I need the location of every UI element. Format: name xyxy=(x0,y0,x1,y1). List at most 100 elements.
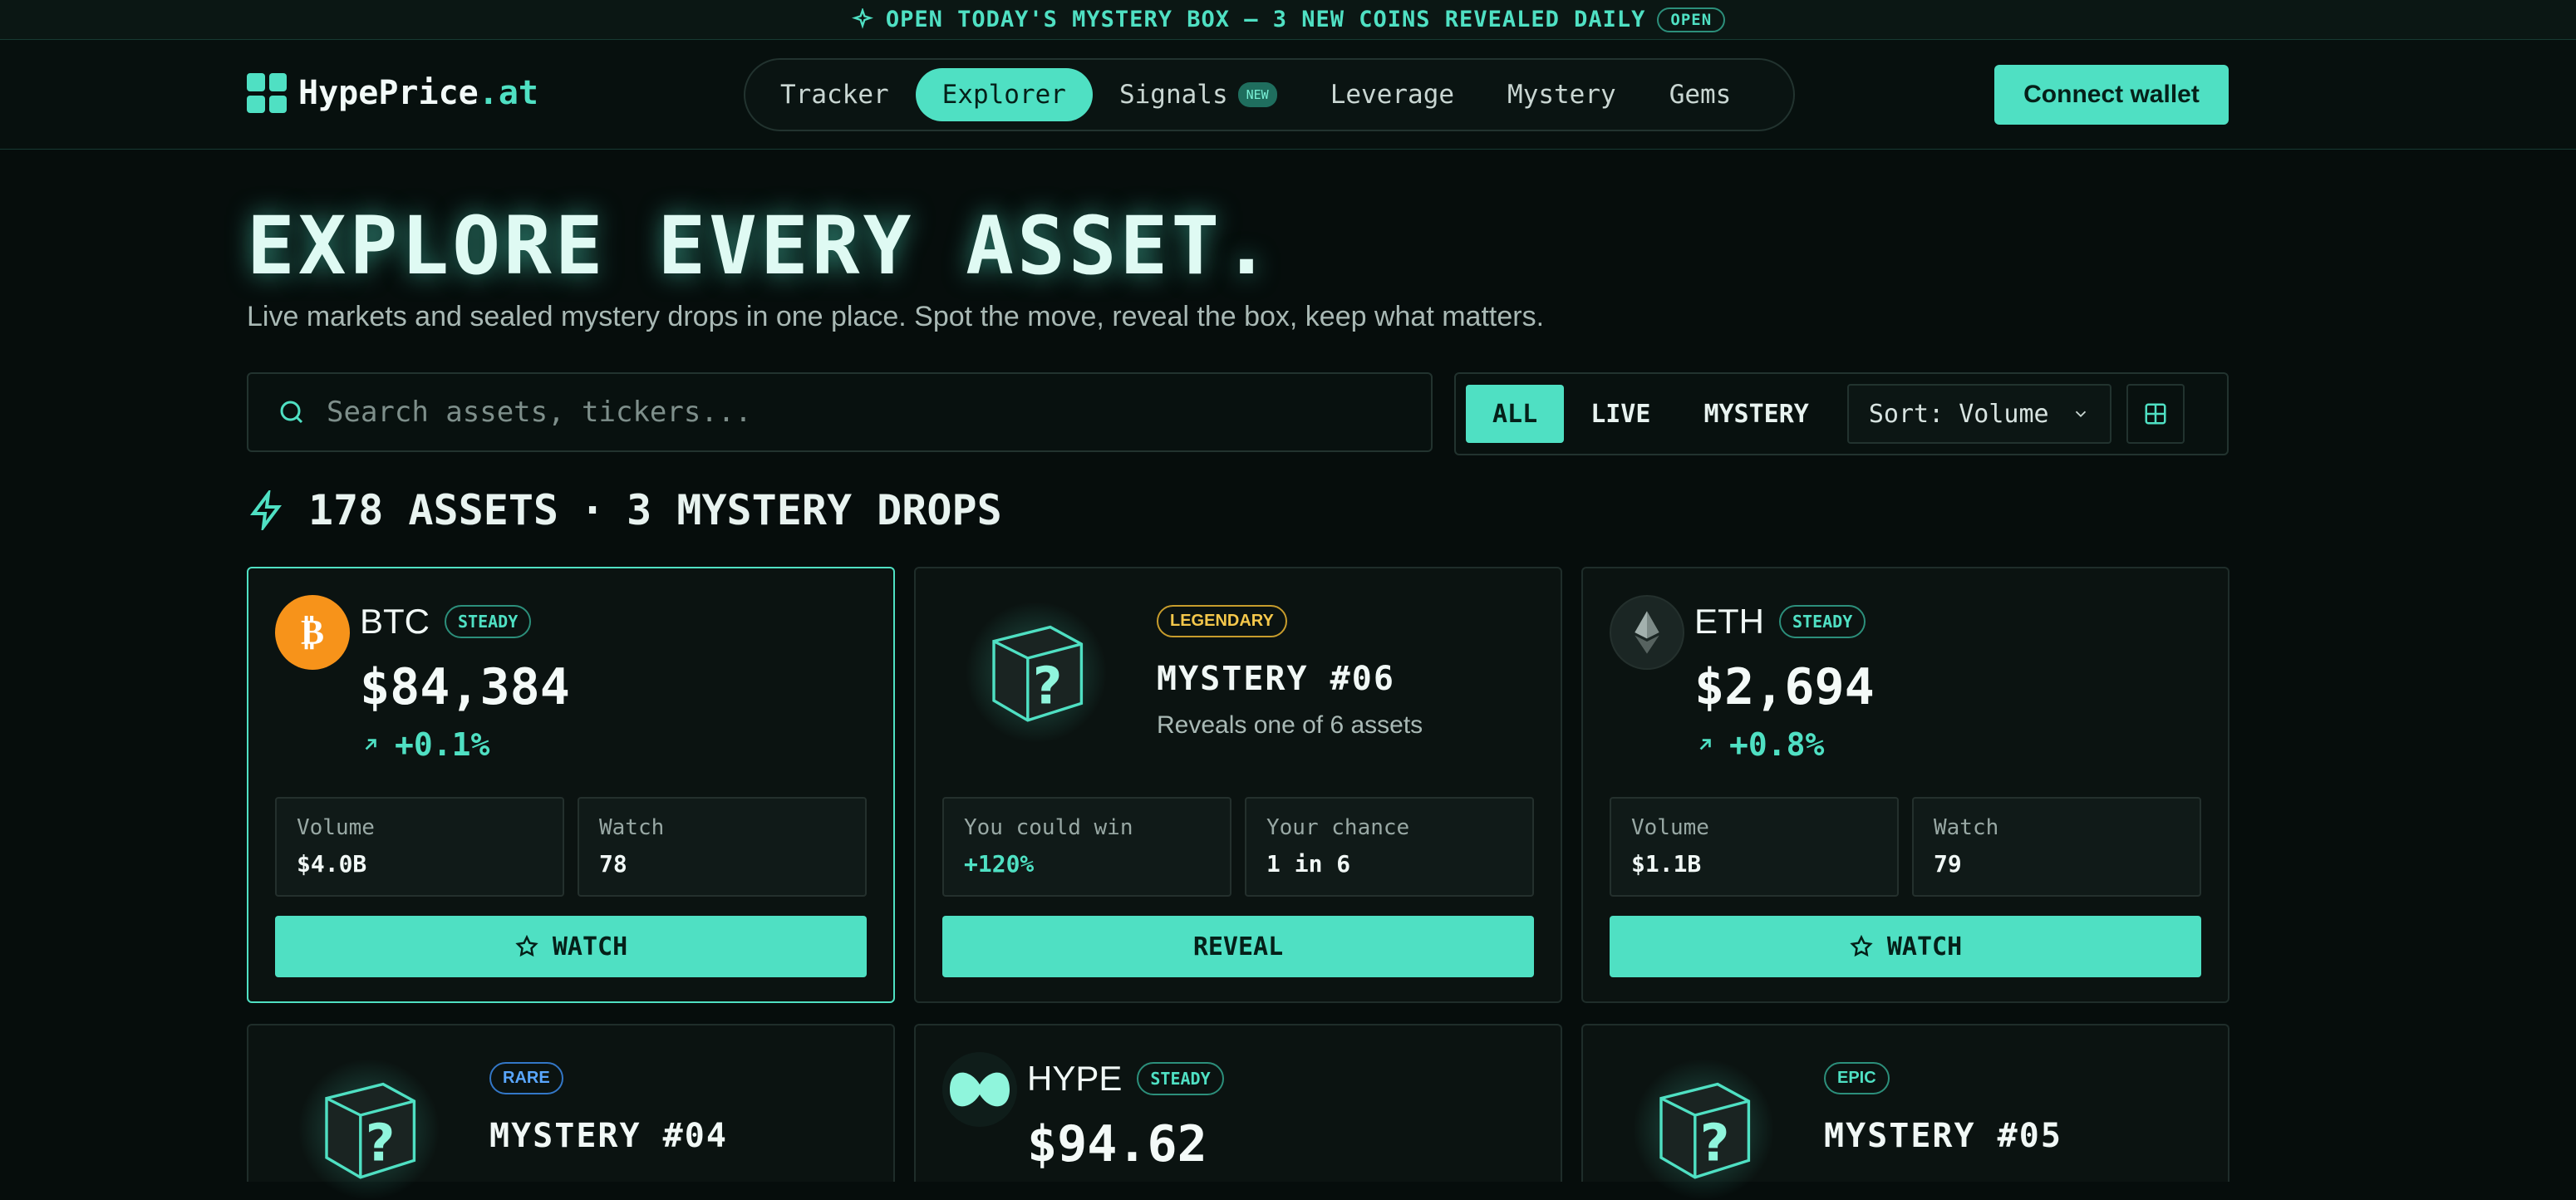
stat-value: +120% xyxy=(964,850,1035,878)
mystery-box-icon: ? xyxy=(1633,1059,1774,1200)
filter-all-button[interactable]: ALL xyxy=(1466,385,1565,443)
asset-card-btc[interactable]: ₿ BTC STEADY $84,384 +0.1% Volume $4.0B Wa… xyxy=(247,567,895,1003)
star-icon xyxy=(1850,934,1873,957)
svg-text:?: ? xyxy=(366,1114,396,1173)
mystery-card-04[interactable]: ? RARE MYSTERY #04 xyxy=(247,1024,895,1200)
sort-dropdown[interactable]: Sort: Volume xyxy=(1846,384,2111,444)
rarity-badge: RARE xyxy=(489,1062,563,1094)
hype-icon xyxy=(942,1052,1017,1127)
nav-item-explorer[interactable]: Explorer xyxy=(915,68,1093,121)
mystery-title: MYSTERY #04 xyxy=(489,1117,728,1155)
asset-count: 178 ASSETS xyxy=(308,486,559,534)
mystery-title: MYSTERY #05 xyxy=(1824,1117,2062,1155)
nav-item-signals-label: Signals xyxy=(1118,80,1228,110)
stat-value: $4.0B xyxy=(297,850,367,878)
nav-item-signals[interactable]: Signals NEW xyxy=(1093,68,1304,121)
status-badge: STEADY xyxy=(445,605,532,638)
status-badge: STEADY xyxy=(1137,1062,1224,1095)
page-subtitle: Live markets and sealed mystery drops in… xyxy=(247,301,1545,332)
stat-label: Volume xyxy=(1631,815,1709,840)
mystery-box-icon: ? xyxy=(298,1059,440,1200)
stat-label: Volume xyxy=(297,815,375,840)
arrow-up-right-icon xyxy=(1699,739,1711,750)
ticker: HYPE xyxy=(1027,1059,1123,1098)
stat-label: You could win xyxy=(964,815,1133,840)
stat-watch: Watch 79 xyxy=(1912,797,2201,897)
top-banner[interactable]: OPEN TODAY'S MYSTERY BOX — 3 NEW COINS R… xyxy=(0,0,2576,40)
stat-volume: Volume $4.0B xyxy=(275,797,564,897)
arrow-up-right-icon xyxy=(365,739,376,750)
banner-text: OPEN TODAY'S MYSTERY BOX — 3 NEW COINS R… xyxy=(885,7,1646,32)
status-badge: STEADY xyxy=(1779,605,1866,638)
star-icon xyxy=(515,934,538,957)
nav-item-leverage[interactable]: Leverage xyxy=(1304,68,1481,121)
ethereum-icon xyxy=(1610,595,1684,670)
watch-label: WATCH xyxy=(552,932,628,961)
asset-card-eth[interactable]: ETH STEADY $2,694 +0.8% Volume $1.1B Watch… xyxy=(1581,567,2229,1003)
new-badge: NEW xyxy=(1237,82,1277,107)
mystery-description: Reveals one of 6 assets xyxy=(1157,711,1423,739)
stat-value: $1.1B xyxy=(1631,850,1702,878)
nav-item-tracker[interactable]: Tracker xyxy=(754,68,916,121)
price-change-value: +0.8% xyxy=(1729,726,1825,763)
rarity-badge: LEGENDARY xyxy=(1157,605,1287,637)
filter-mystery-button[interactable]: MYSTERY xyxy=(1677,385,1835,443)
main-nav: Tracker Explorer Signals NEW Leverage Mys… xyxy=(744,58,1795,131)
stat-value: 79 xyxy=(1934,850,1962,878)
asset-card-hype[interactable]: HYPE STEADY $94.62 xyxy=(914,1024,1562,1182)
filter-bar: ALL LIVE MYSTERY Sort: Volume xyxy=(1454,372,2229,455)
summary-separator: · xyxy=(580,486,606,534)
price-change-value: +0.1% xyxy=(395,726,490,763)
reveal-button[interactable]: REVEAL xyxy=(942,916,1534,977)
lightning-icon xyxy=(250,490,282,530)
top-navigation: HypePrice.at Tracker Explorer Signals NEW… xyxy=(0,40,2576,150)
price: $2,694 xyxy=(1694,658,1875,716)
banner-open-pill[interactable]: OPEN xyxy=(1657,7,1726,32)
grid-view-button[interactable] xyxy=(2126,384,2185,444)
mystery-drop-count: 3 MYSTERY DROPS xyxy=(627,486,1002,534)
watch-button[interactable]: WATCH xyxy=(275,916,867,977)
stat-your-chance: Your chance 1 in 6 xyxy=(1245,797,1534,897)
search-bar xyxy=(247,372,1433,452)
stat-label: Your chance xyxy=(1266,815,1410,840)
watch-label: WATCH xyxy=(1886,932,1963,961)
stat-watch: Watch 78 xyxy=(578,797,867,897)
mystery-box-icon: ? xyxy=(966,602,1107,743)
grid-icon xyxy=(2145,403,2166,425)
svg-text:?: ? xyxy=(1033,657,1063,716)
stat-label: Watch xyxy=(599,815,665,840)
sparkle-icon xyxy=(851,7,873,29)
bitcoin-icon: ₿ xyxy=(275,595,350,670)
price: $94.62 xyxy=(1027,1115,1207,1173)
ticker: ETH xyxy=(1694,602,1764,641)
price-change: +0.1% xyxy=(360,726,489,763)
svg-text:?: ? xyxy=(1700,1114,1730,1173)
logo[interactable]: HypePrice.at xyxy=(247,73,538,113)
connect-wallet-button[interactable]: Connect wallet xyxy=(1994,65,2229,125)
svg-text:₿: ₿ xyxy=(301,612,324,652)
chevron-down-icon xyxy=(2075,411,2087,418)
stat-value: 78 xyxy=(599,850,627,878)
asset-summary: 178 ASSETS · 3 MYSTERY DROPS xyxy=(247,486,1002,534)
price: $84,384 xyxy=(360,658,570,716)
filter-live-button[interactable]: LIVE xyxy=(1564,385,1677,443)
stat-value: 1 in 6 xyxy=(1266,850,1351,878)
nav-item-gems[interactable]: Gems xyxy=(1643,68,1758,121)
stat-volume: Volume $1.1B xyxy=(1610,797,1899,897)
logo-mark-icon xyxy=(247,73,287,113)
sort-label: Sort: Volume xyxy=(1868,399,2049,429)
logo-text: HypePrice xyxy=(298,74,479,112)
rarity-badge: EPIC xyxy=(1824,1062,1890,1094)
nav-item-mystery[interactable]: Mystery xyxy=(1481,68,1643,121)
logo-suffix: .at xyxy=(478,74,538,112)
mystery-card-06[interactable]: ? LEGENDARY MYSTERY #06 Reveals one of 6… xyxy=(914,567,1562,1003)
search-icon xyxy=(280,401,303,424)
watch-button[interactable]: WATCH xyxy=(1610,916,2201,977)
stat-label: Watch xyxy=(1934,815,1999,840)
mystery-title: MYSTERY #06 xyxy=(1157,660,1395,698)
search-input[interactable] xyxy=(327,396,1324,429)
page-title: EXPLORE EVERY ASSET. xyxy=(247,199,1274,293)
mystery-card-05[interactable]: ? EPIC MYSTERY #05 xyxy=(1581,1024,2229,1200)
price-change: +0.8% xyxy=(1694,726,1824,763)
ticker: BTC xyxy=(360,602,430,641)
